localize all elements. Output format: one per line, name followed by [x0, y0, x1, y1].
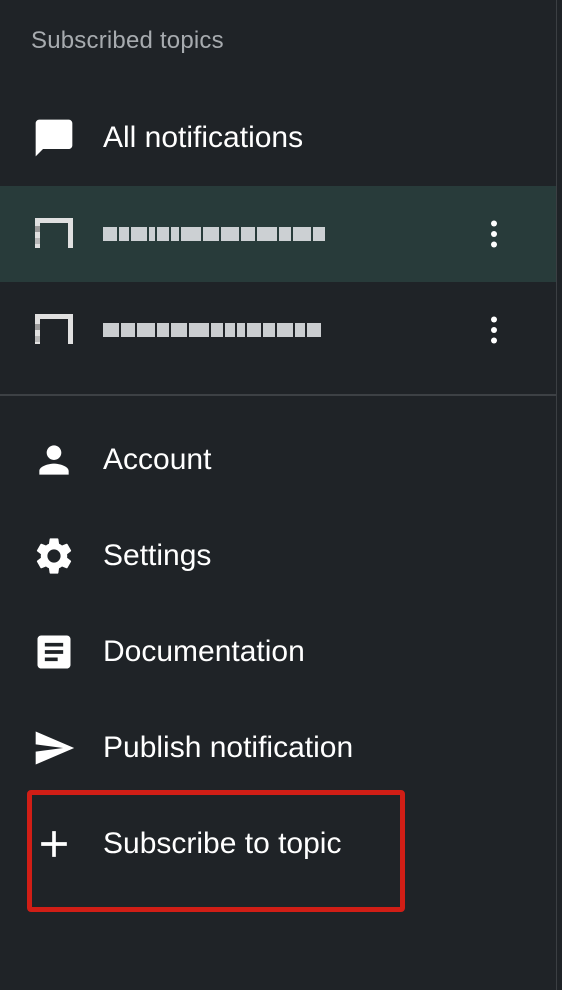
- topic-label-obscured: [103, 316, 321, 344]
- chat-bubble-icon: [32, 116, 76, 160]
- subscribe-to-topic-label: Subscribe to topic: [103, 827, 342, 860]
- settings-label: Settings: [103, 539, 212, 572]
- account-item[interactable]: Account: [0, 412, 556, 508]
- drawer-edge: [556, 0, 562, 990]
- navigation-drawer: Subscribed topics All notifications Acco…: [0, 0, 556, 990]
- topic-icon: [32, 308, 76, 352]
- all-notifications-item[interactable]: All notifications: [0, 90, 556, 186]
- send-icon: [32, 726, 76, 770]
- documentation-label: Documentation: [103, 635, 305, 668]
- topic-item[interactable]: [0, 186, 556, 282]
- publish-notification-item[interactable]: Publish notification: [0, 700, 556, 796]
- plus-icon: [32, 822, 76, 866]
- documentation-item[interactable]: Documentation: [0, 604, 556, 700]
- gear-icon: [32, 534, 76, 578]
- subscribe-to-topic-item[interactable]: Subscribe to topic: [0, 796, 556, 892]
- topic-label-obscured: [103, 220, 325, 248]
- topic-icon: [32, 212, 76, 256]
- account-label: Account: [103, 443, 212, 476]
- divider: [0, 394, 556, 396]
- section-header: Subscribed topics: [31, 27, 224, 54]
- settings-item[interactable]: Settings: [0, 508, 556, 604]
- all-notifications-label: All notifications: [103, 121, 304, 154]
- publish-notification-label: Publish notification: [103, 731, 354, 764]
- more-vert-icon[interactable]: [476, 308, 512, 352]
- topic-item[interactable]: [0, 282, 556, 378]
- article-icon: [32, 630, 76, 674]
- more-vert-icon[interactable]: [476, 212, 512, 256]
- person-icon: [32, 438, 76, 482]
